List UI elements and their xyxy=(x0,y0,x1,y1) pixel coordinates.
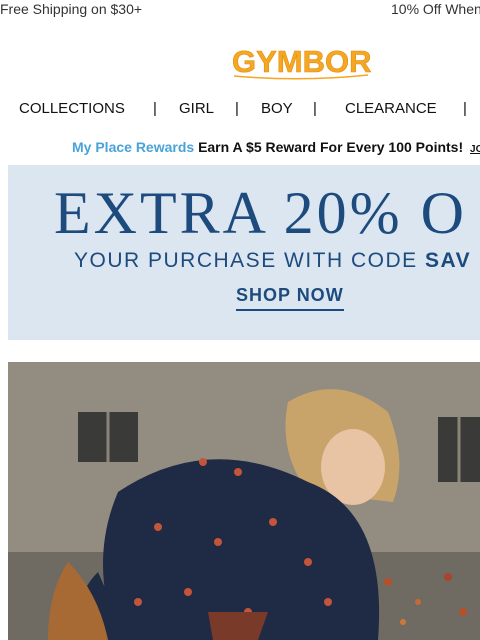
nav-separator: | xyxy=(463,100,467,117)
rewards-join-link[interactable]: JO xyxy=(470,144,480,155)
nav-item-girl[interactable]: GIRL xyxy=(179,100,214,117)
hero-headline: EXTRA 20% O xyxy=(54,180,467,246)
free-shipping-text[interactable]: Free Shipping on $30+ xyxy=(0,1,142,17)
rewards-program-name[interactable]: My Place Rewards xyxy=(72,139,194,155)
rewards-banner: My Place Rewards Earn A $5 Reward For Ev… xyxy=(72,139,480,155)
hero-banner[interactable]: EXTRA 20% O YOUR PURCHASE WITH CODE SAV … xyxy=(8,165,480,340)
nav-item-clearance[interactable]: CLEARANCE xyxy=(345,100,437,117)
nav-item-collections[interactable]: COLLECTIONS xyxy=(19,100,125,117)
nav-separator: | xyxy=(313,100,317,117)
nav-separator: | xyxy=(235,100,239,117)
svg-text:GYMBOREE: GYMBOREE xyxy=(232,44,372,79)
promo-bar: Free Shipping on $30+ 10% Off When xyxy=(0,0,480,20)
nav-separator: | xyxy=(153,100,157,117)
promo-code: SAV xyxy=(425,249,472,272)
nav-item-boy[interactable]: BOY xyxy=(261,100,293,117)
discount-promo-text[interactable]: 10% Off When xyxy=(391,1,480,17)
hero-subline-prefix: YOUR PURCHASE WITH CODE xyxy=(74,249,418,272)
lifestyle-photo[interactable] xyxy=(8,362,480,640)
gymboree-logo-icon: GYMBOREE xyxy=(232,44,413,80)
email-page: Free Shipping on $30+ 10% Off When GYMBO… xyxy=(0,0,480,640)
shop-now-button[interactable]: SHOP NOW xyxy=(236,285,344,311)
gymboree-logo[interactable]: GYMBOREE xyxy=(232,38,413,80)
main-nav: COLLECTIONS | GIRL | BOY | CLEARANCE | xyxy=(0,100,480,120)
hero-subline: YOUR PURCHASE WITH CODE SAV xyxy=(74,249,471,273)
child-in-fox-print-jacket-photo-icon xyxy=(8,362,480,640)
rewards-message: Earn A $5 Reward For Every 100 Points! xyxy=(198,139,464,155)
